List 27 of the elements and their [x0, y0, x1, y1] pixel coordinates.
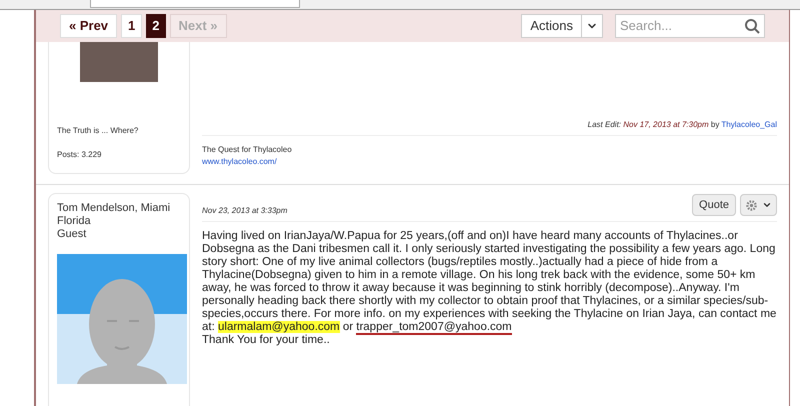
post-count: Posts: 3.229 [57, 149, 102, 161]
prev-button[interactable]: « Prev [60, 14, 118, 38]
email-link[interactable]: ularmalam@yahoo.com [218, 321, 340, 333]
settings-menu-button[interactable] [740, 194, 777, 216]
search-field[interactable]: Search... [615, 14, 765, 38]
page-button[interactable]: 1 [121, 14, 142, 38]
by-label: by [710, 120, 720, 129]
last-edit-date: Nov 17, 2013 at 7:30pm [623, 120, 709, 129]
quote-button[interactable]: Quote [692, 194, 736, 216]
user-tagline: The Truth is ... Where? [57, 125, 140, 137]
last-edit-label: Last Edit: [588, 120, 622, 129]
user-role: Guest [57, 228, 88, 241]
username-link[interactable]: Thylacoleo_Gal [721, 120, 777, 129]
search-input[interactable]: Search... [616, 16, 744, 36]
page-button[interactable]: 2 [146, 14, 166, 38]
find-field[interactable] [90, 0, 300, 8]
caret-icon [762, 200, 772, 210]
post-body: Having lived on IrianJaya/W.Papua for 25 years,(off and on)I have heard many accounts of Thylacines..or Dobsegna as the Dani tribesmen call it. I only seriously started investigating the possibility a few years ago. Long story short: One of my live animal collectors (bugs/reptiles mostly..)actually had a piece of hide from a Thylacine(Dobsegna) given to him in a remote village. On his long trek back with the evidence, some 50+ km away, he was forced to throw it away because it was beginning to stink horribly (decompose)..Anyway. I'm personally heading back there shortly with my collector to obtain proof that Thylacines, or a similar species/sub-species,occurs there. For more info. on my experiences with seeking the Thylacine on Irian Jaya, can contact me at: ularmalam@yahoo.com or trapper_tom2007@yahoo.com Thank You for your time.. [202, 230, 777, 347]
signature-text: The Quest for Thylacoleo [202, 144, 293, 156]
actions-button[interactable]: Actions [521, 14, 603, 38]
signature-link[interactable]: www.thylacoleo.com/ [202, 156, 777, 168]
post-date: Nov 23, 2013 at 3:33pm [202, 205, 288, 217]
settings-icon [745, 198, 758, 212]
search-icon[interactable] [744, 18, 760, 34]
avatar-silhouette-icon [57, 253, 187, 385]
author-name: Tom Mendelson, Miami Florida [57, 202, 172, 228]
email-link[interactable]: trapper_tom2007@yahoo.com [356, 321, 512, 335]
